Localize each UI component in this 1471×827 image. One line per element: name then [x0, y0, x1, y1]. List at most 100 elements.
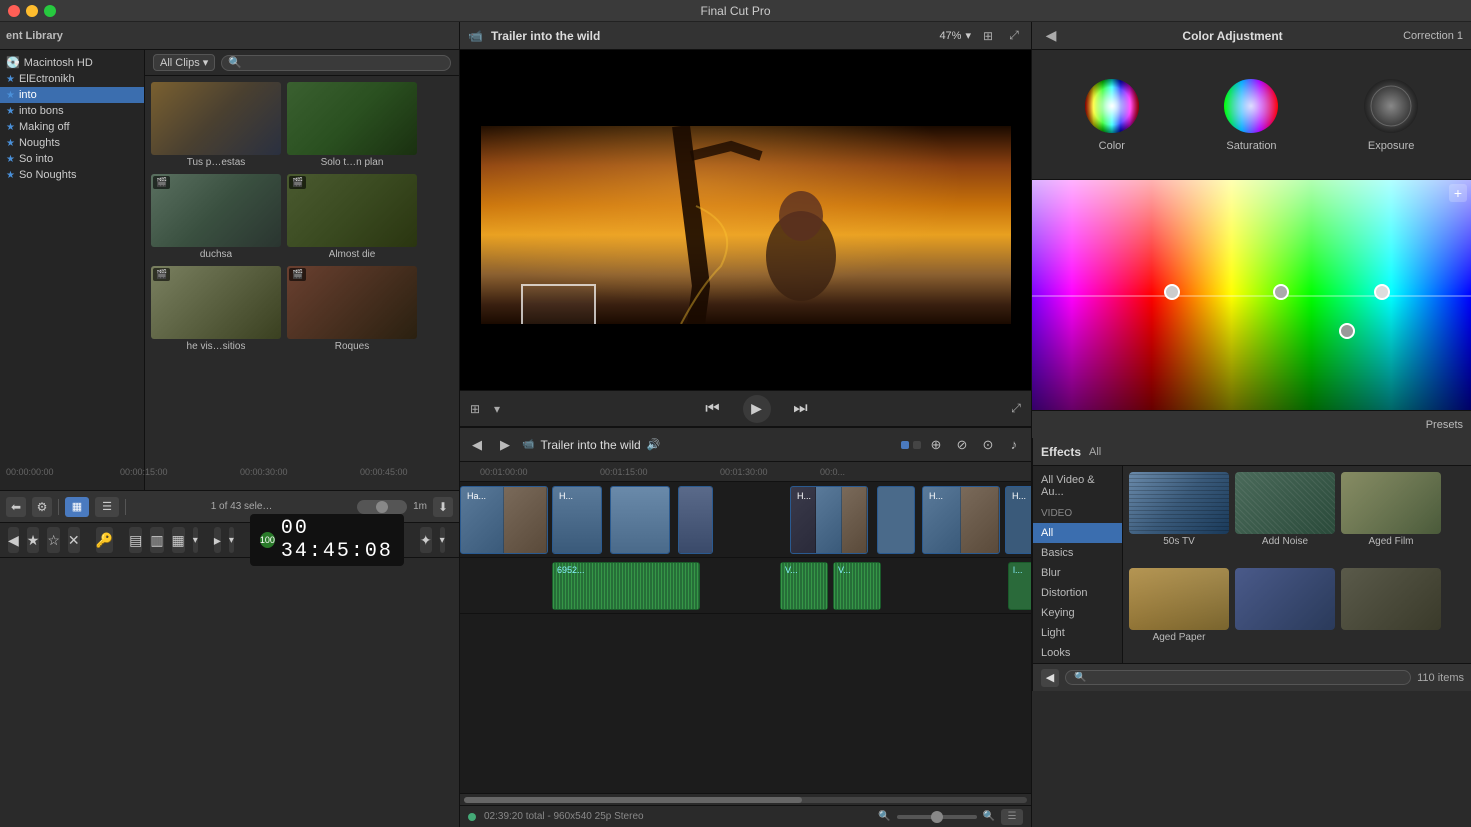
transform-button[interactable]: ⊞ [979, 27, 997, 45]
transform-icon[interactable]: ⊞ [466, 400, 484, 418]
sidebar-toggle-button[interactable]: ◀ [1041, 669, 1059, 687]
timeline-play-button[interactable]: ▶ [494, 434, 516, 456]
sidebar-item-eletronikh[interactable]: ★ ElEctronikh [0, 71, 144, 87]
close-button[interactable] [8, 5, 20, 17]
more-edits-button[interactable]: ▾ [193, 527, 198, 553]
all-clips-dropdown[interactable]: All Clips ▾ [153, 54, 215, 71]
effects-search-input[interactable] [1065, 670, 1411, 685]
mute-button[interactable]: ♪ [1003, 434, 1025, 456]
gradient-handle-1[interactable] [1164, 284, 1180, 300]
transform-dropdown[interactable]: ▾ [488, 400, 506, 418]
effect-cat-basics[interactable]: Basics [1033, 543, 1122, 563]
zoom-out-icon[interactable]: 🔍 [878, 811, 890, 822]
timeline-back-button[interactable]: ◀ [466, 434, 488, 456]
go-to-start-button[interactable]: ⏮ [699, 395, 727, 423]
effect-cat-all-video-audio[interactable]: All Video & Au... [1033, 470, 1122, 502]
thumbnail-duchsa[interactable]: 🎬 duchsa [151, 174, 281, 260]
inspector-back-button[interactable]: ◀ [1040, 25, 1062, 47]
color-gradient-panel[interactable]: + [1032, 180, 1471, 410]
gradient-handle-2[interactable] [1273, 284, 1289, 300]
solo-button[interactable]: ⊙ [977, 434, 999, 456]
effect-cat-light[interactable]: Light [1033, 623, 1122, 643]
effect-cat-looks[interactable]: Looks [1033, 643, 1122, 663]
clip-h3[interactable] [678, 486, 713, 554]
clip-h1[interactable]: H... [552, 486, 602, 554]
zoom-slider[interactable] [897, 815, 977, 819]
select-tool[interactable]: ▸ [214, 527, 221, 553]
audio-clip-v2[interactable]: V... [833, 562, 881, 610]
fullscreen-button[interactable]: ⤢ [1005, 27, 1023, 45]
effect-cat-blur[interactable]: Blur [1033, 563, 1122, 583]
sidebar-item-into-bons[interactable]: ★ into bons [0, 103, 144, 119]
zoom-in-icon[interactable]: 🔍 [983, 811, 995, 822]
thumbnail-almost-die[interactable]: 🎬 Almost die [287, 174, 417, 260]
reject-button[interactable]: ✕ [68, 527, 80, 553]
gradient-handle-4[interactable] [1339, 323, 1355, 339]
effect-cat-distortion[interactable]: Distortion [1033, 583, 1122, 603]
keyword-button[interactable]: 🔑 [96, 527, 113, 553]
effect-thumbnail [1341, 472, 1441, 534]
search-input[interactable] [221, 55, 451, 71]
add-color-button[interactable]: + [1449, 184, 1467, 202]
wand-dropdown[interactable]: ▾ [440, 527, 445, 553]
minimize-button[interactable] [26, 5, 38, 17]
append-button[interactable]: ▤ [129, 527, 142, 553]
sidebar-item-into[interactable]: ★ into [0, 87, 144, 103]
overwrite-button[interactable]: ▦ [172, 527, 185, 553]
effect-aged-film[interactable]: Aged Film [1341, 472, 1441, 562]
zoom-control[interactable]: 47% ▾ [939, 29, 971, 42]
list-view-button[interactable]: ☰ [95, 497, 119, 517]
grid-view-button[interactable]: ▦ [65, 497, 89, 517]
clip-appearance-button[interactable]: ☰ [1001, 809, 1023, 825]
presets-button[interactable]: Presets [1426, 419, 1463, 431]
effect-50s-tv[interactable]: 50s TV [1129, 472, 1229, 562]
gradient-handle-3[interactable] [1374, 284, 1390, 300]
undo-button[interactable]: ◀ [8, 527, 19, 553]
editing-toolbar: ◀ ★ ☆ ✕ 🔑 ▤ ▥ ▦ ▾ ▸ ▾ 100 00 34:45:08 [0, 522, 459, 558]
clip-h7[interactable]: H... [1005, 486, 1031, 554]
sidebar-item-noughts[interactable]: ★ Noughts [0, 135, 144, 151]
saturation-wheel-tool[interactable]: Saturation [1223, 78, 1279, 152]
thumbnail-solo-t[interactable]: Solo t…n plan [287, 82, 417, 168]
effect-aged-paper[interactable]: Aged Paper [1129, 568, 1229, 658]
import-button[interactable]: ⬇ [433, 497, 453, 517]
sidebar-item-making-off[interactable]: ★ Making off [0, 119, 144, 135]
scrub-knob[interactable] [357, 500, 407, 514]
thumbnail-roques[interactable]: 🎬 Roques [287, 266, 417, 352]
insert-button[interactable]: ▥ [150, 527, 163, 553]
clip-h6[interactable]: H... [922, 486, 1000, 554]
clip-h2[interactable] [610, 486, 670, 554]
effect-add-noise[interactable]: Add Noise [1235, 472, 1335, 562]
snap-button[interactable]: ⊕ [925, 434, 947, 456]
favorite-button[interactable]: ★ [27, 527, 40, 553]
sidebar-item-macintosh-hd[interactable]: 💽 Macintosh HD [0, 54, 144, 71]
color-wheel-tool[interactable]: Color [1084, 78, 1140, 152]
audio-clip-v1[interactable]: V... [780, 562, 828, 610]
clip-h5[interactable] [877, 486, 915, 554]
effect-cat-all[interactable]: All [1033, 523, 1122, 543]
fullscreen-icon[interactable]: ⤢ [1007, 400, 1025, 418]
effect-more-1[interactable] [1235, 568, 1335, 658]
play-button[interactable]: ▶ [743, 395, 771, 423]
clip-ha[interactable]: Ha... [460, 486, 548, 554]
audio-clip-6952[interactable]: 6952... [552, 562, 700, 610]
sidebar-item-so-noughts[interactable]: ★ So Noughts [0, 167, 144, 183]
timeline-scrollbar[interactable] [460, 793, 1031, 805]
audio-clip-l[interactable]: l... [1008, 562, 1031, 610]
sidebar-item-so-into[interactable]: ★ So into [0, 151, 144, 167]
clip-h4[interactable]: H... [790, 486, 868, 554]
library-settings-button[interactable]: ⬅ [6, 497, 26, 517]
thumbnail-he-vis[interactable]: 🎬 he vis…sitios [151, 266, 281, 352]
skimming-button[interactable]: ⊘ [951, 434, 973, 456]
effect-more-2[interactable] [1341, 568, 1441, 658]
library-gear-button[interactable]: ⚙ [32, 497, 52, 517]
go-to-end-button[interactable]: ⏭ [787, 395, 815, 423]
magic-wand-button[interactable]: ✦ [420, 527, 432, 553]
scroll-thumb[interactable] [464, 797, 802, 803]
thumbnail-tus-p[interactable]: Tus p…estas [151, 82, 281, 168]
tool-dropdown[interactable]: ▾ [229, 527, 234, 553]
exposure-tool[interactable]: Exposure [1363, 78, 1419, 152]
maximize-button[interactable] [44, 5, 56, 17]
unfavorite-button[interactable]: ☆ [47, 527, 60, 553]
effect-cat-keying[interactable]: Keying [1033, 603, 1122, 623]
